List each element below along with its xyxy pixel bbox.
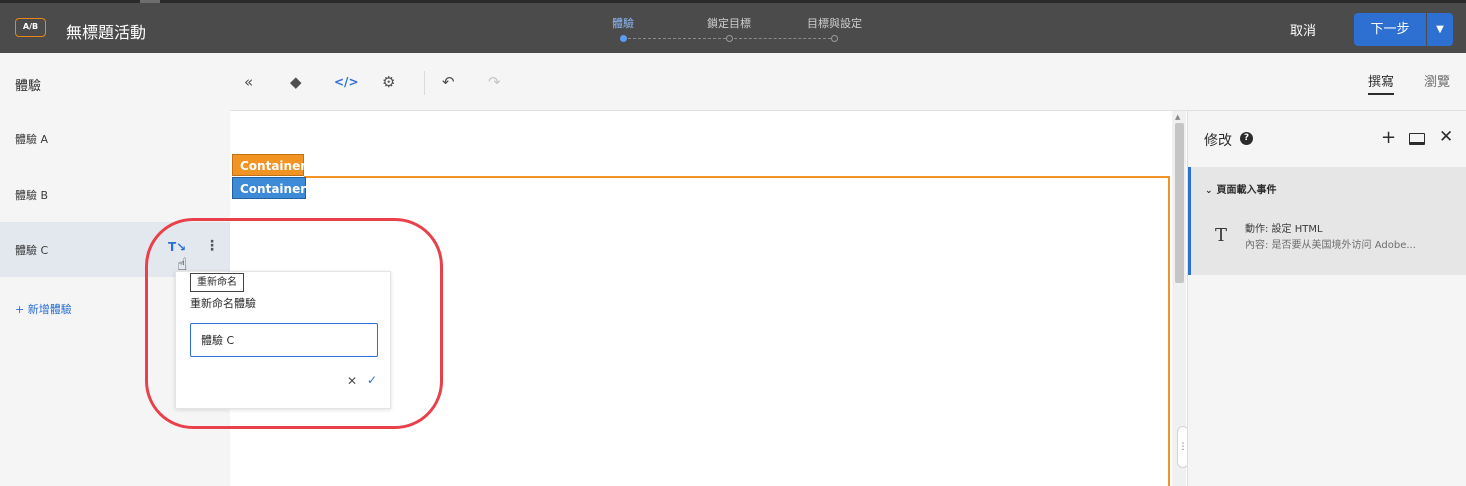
experience-label: 體驗 A	[15, 133, 49, 146]
step-dot-experiences	[620, 35, 627, 42]
rename-label: 重新命名體驗	[190, 297, 256, 310]
help-icon[interactable]: ?	[1240, 132, 1253, 145]
toolbar-divider	[424, 71, 425, 95]
hand-cursor-icon: ☝	[177, 255, 188, 275]
container-tag-selected[interactable]: Container	[232, 154, 306, 176]
step-connector	[628, 38, 726, 39]
workflow-steps: 體驗 鎖定目標 目標與設定	[590, 15, 890, 45]
experience-label: 體驗 B	[15, 189, 49, 202]
confirm-rename-icon[interactable]: ✓	[367, 373, 377, 387]
device-preview-icon[interactable]	[1409, 133, 1425, 145]
sidebar-title: 體驗	[15, 79, 42, 94]
redo-icon[interactable]: ↷	[488, 73, 501, 91]
step-goals-settings[interactable]: 目標與設定	[807, 15, 862, 31]
cancel-button[interactable]: 取消	[1290, 20, 1316, 39]
step-dot-targeting	[726, 35, 733, 42]
add-icon[interactable]: +	[1381, 127, 1396, 148]
container-outline	[304, 176, 1170, 486]
action-type[interactable]: 動作: 設定 HTML	[1245, 220, 1323, 235]
step-targeting[interactable]: 鎖定目標	[707, 15, 751, 31]
tab-browse[interactable]: 瀏覽	[1424, 71, 1450, 90]
text-action-icon: T	[1215, 225, 1228, 246]
top-bar: A/B 無標題活動 體驗 鎖定目標 目標與設定 取消 下一步 ▼	[0, 0, 1466, 53]
experience-sidebar: 體驗 體驗 A 體驗 B 體驗 C T↘ ⋮ + 新增體驗	[0, 53, 230, 486]
modifications-panel: 修改 ? + ✕ ⌄ 頁面載入事件 T 動作: 設定 HTML 內容: 是否要从美…	[1187, 111, 1466, 486]
code-icon[interactable]: </>	[334, 75, 359, 89]
action-content[interactable]: 內容: 是否要从美国境外访问 Adobe...	[1245, 236, 1416, 251]
cancel-rename-icon[interactable]: ✕	[347, 374, 357, 388]
layers-icon[interactable]: ◆	[290, 73, 302, 91]
add-experience-button[interactable]: + 新增體驗	[15, 301, 72, 317]
event-title: 頁面載入事件	[1216, 185, 1277, 196]
rename-icon[interactable]: T↘	[168, 240, 186, 254]
panel-title: 修改	[1204, 133, 1232, 149]
chevron-down-icon: ⌄	[1205, 186, 1213, 196]
chevron-down-icon[interactable]: ▼	[1427, 13, 1453, 46]
scrollbar-thumb[interactable]	[1175, 123, 1184, 283]
experience-item-b[interactable]: 體驗 B	[0, 167, 230, 222]
undo-icon[interactable]: ↶	[442, 73, 455, 91]
event-header[interactable]: ⌄ 頁面載入事件	[1205, 181, 1277, 196]
step-connector	[734, 38, 831, 39]
rename-tooltip: 重新命名	[190, 273, 244, 292]
experience-label: 體驗 C	[15, 244, 49, 257]
experience-item-a[interactable]: 體驗 A	[0, 111, 230, 166]
settings-icon[interactable]: ⚙	[382, 73, 395, 91]
step-dot-goals-settings	[831, 35, 838, 42]
scroll-up-icon[interactable]: ▲	[1175, 113, 1180, 121]
window-notch	[140, 0, 160, 3]
experience-item-c[interactable]: 體驗 C T↘ ⋮	[0, 222, 230, 277]
page-load-event: ⌄ 頁面載入事件 T 動作: 設定 HTML 內容: 是否要从美国境外访问 Ado…	[1188, 167, 1466, 275]
editor-toolbar: « ◆ </> ⚙ ↶ ↷ 撰寫 瀏覽	[230, 53, 1466, 111]
step-experiences[interactable]: 體驗	[612, 15, 634, 31]
next-button[interactable]: 下一步	[1354, 13, 1426, 46]
tab-compose[interactable]: 撰寫	[1368, 71, 1395, 95]
container-tag-parent[interactable]: Container	[232, 177, 306, 199]
ab-activity-badge: A/B	[15, 18, 46, 37]
activity-title[interactable]: 無標題活動	[66, 19, 146, 43]
collapse-icon[interactable]: «	[244, 73, 253, 91]
close-icon[interactable]: ✕	[1439, 127, 1453, 147]
more-options-icon[interactable]: ⋮	[205, 238, 219, 254]
rename-input[interactable]	[190, 323, 378, 357]
